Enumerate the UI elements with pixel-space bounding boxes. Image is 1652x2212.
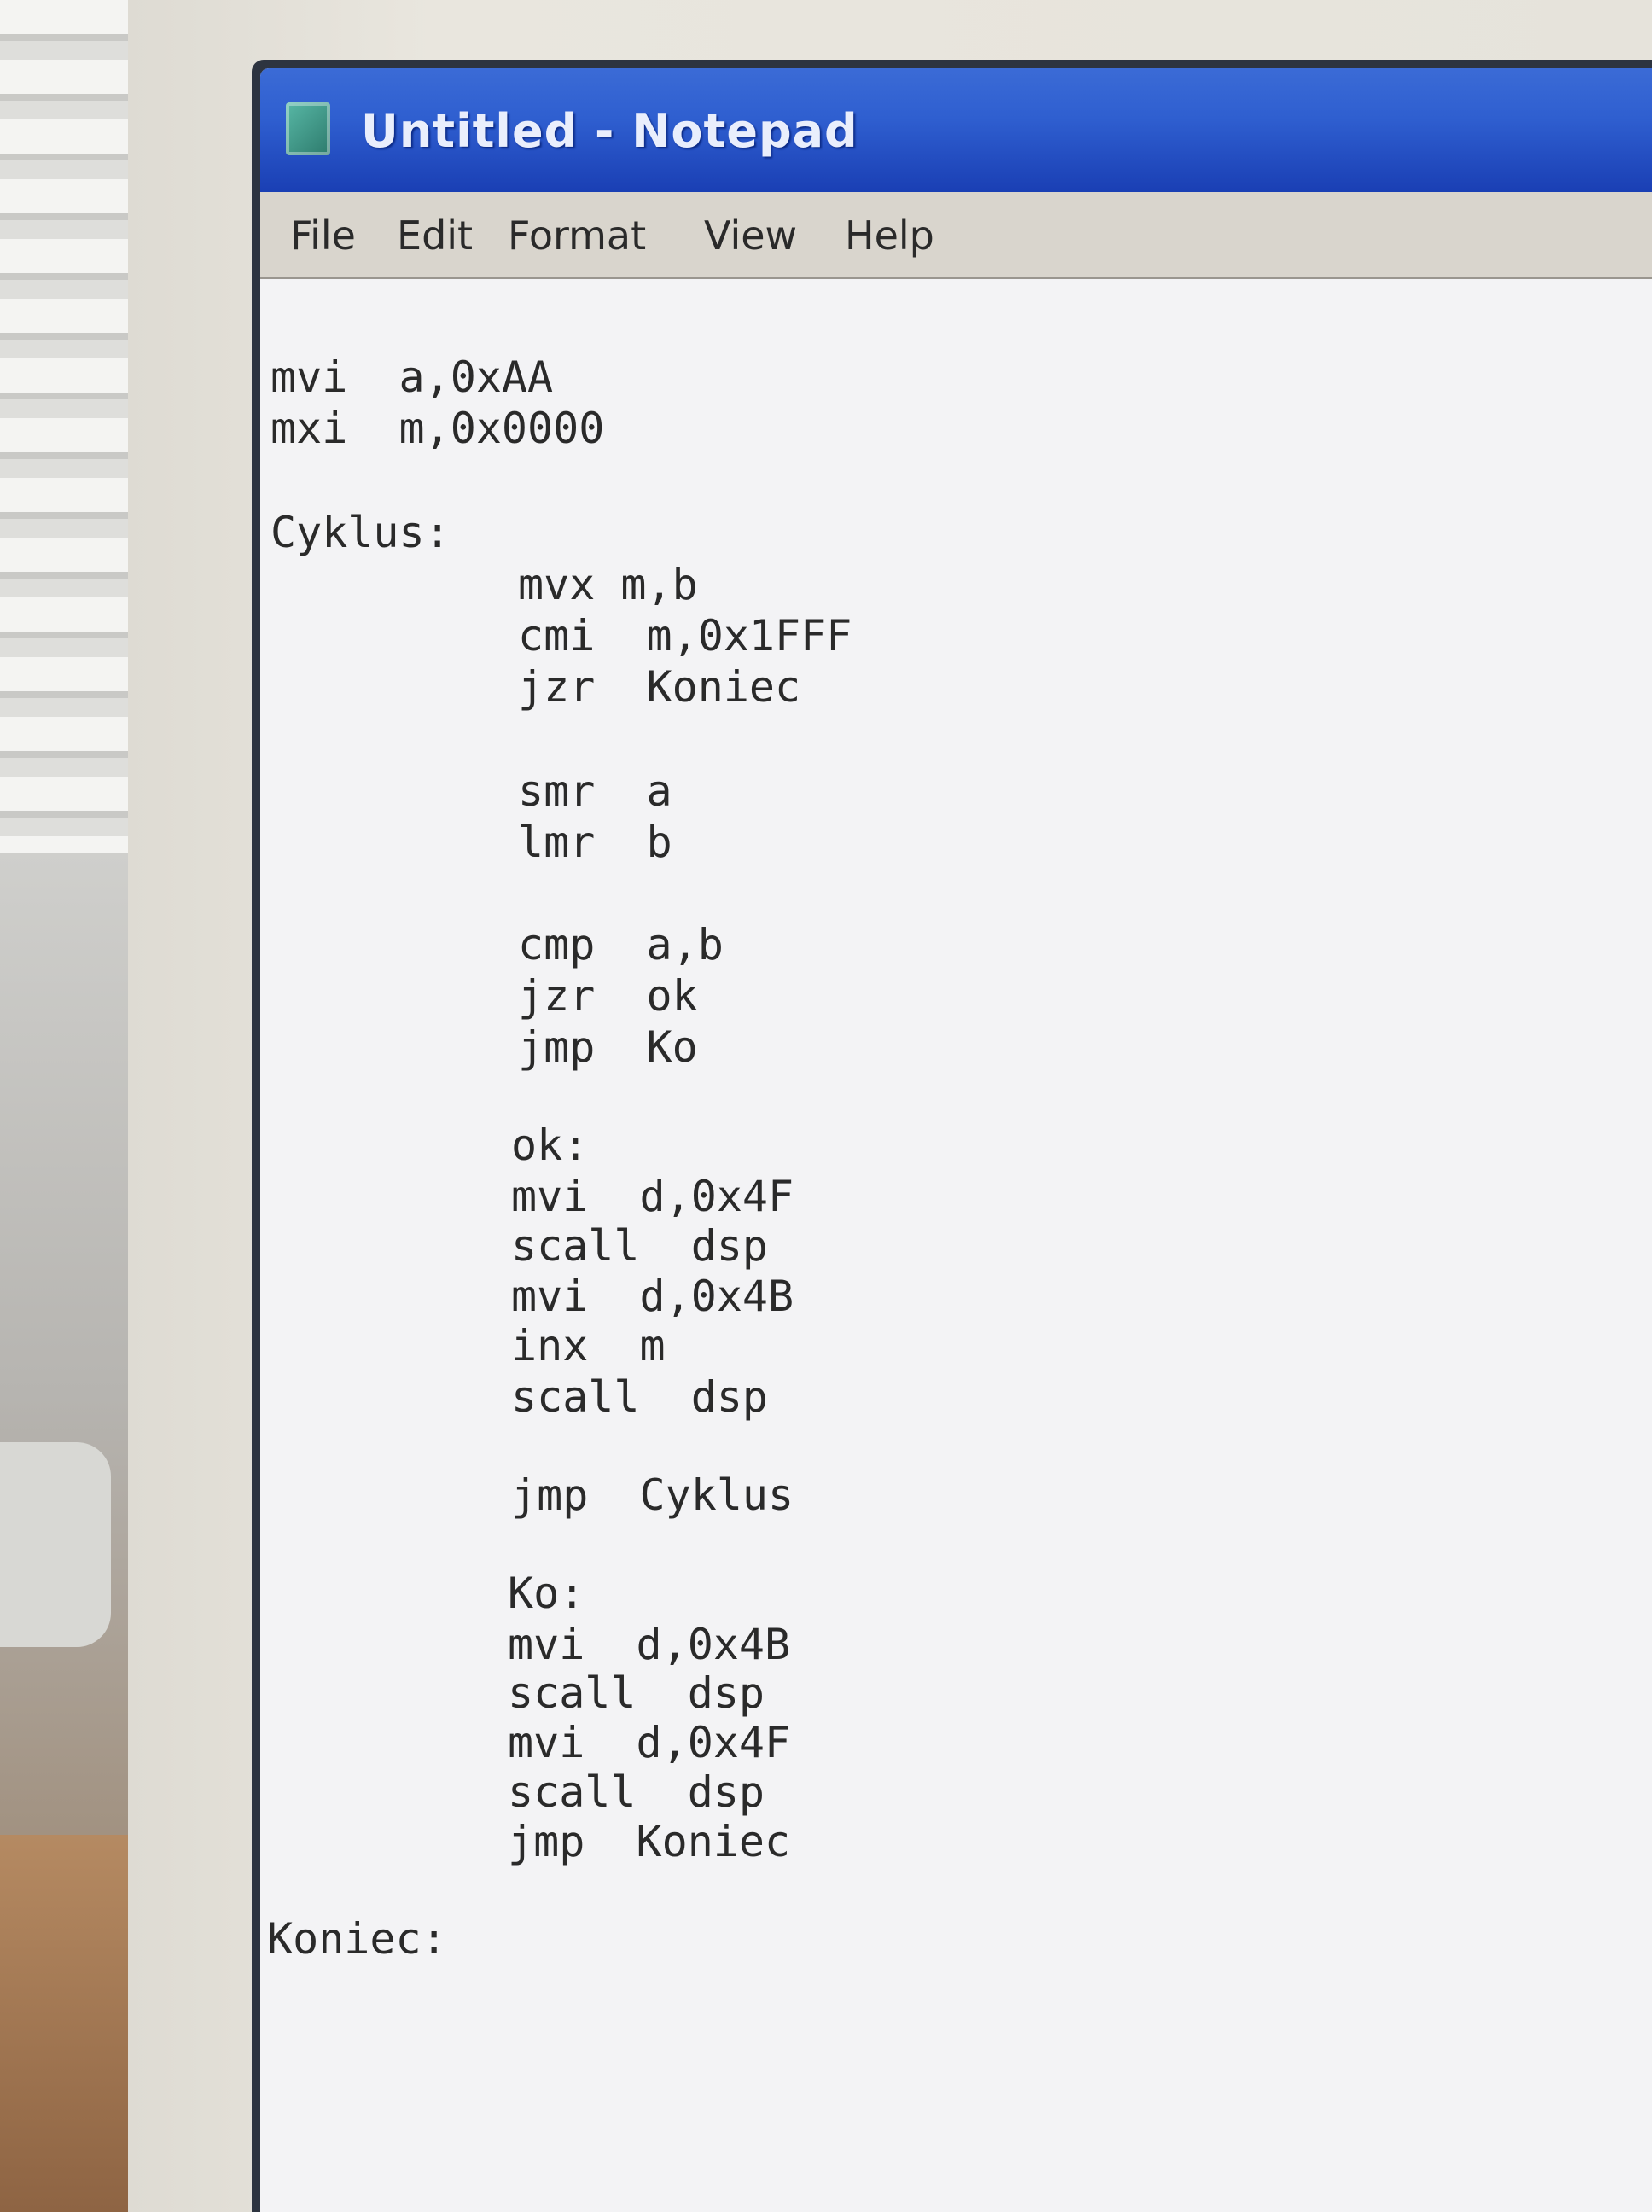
code-line: ok: <box>511 1121 589 1170</box>
code-line: mvi d,0x4B <box>511 1272 794 1321</box>
code-line: scall dsp <box>508 1767 765 1817</box>
code-line: cmi m,0x1FFF <box>518 611 852 661</box>
menu-view[interactable]: View <box>704 212 797 259</box>
code-line: jmp Koniec <box>508 1817 791 1866</box>
power-plug <box>0 1442 111 1647</box>
code-line: scall dsp <box>508 1668 765 1718</box>
code-line: mvi d,0x4F <box>508 1718 791 1767</box>
notepad-window: Untitled - Notepad File Edit Format View… <box>260 68 1652 2212</box>
text-editor[interactable]: mvi a,0xAA mxi m,0x0000 Cyklus: mvx m,b … <box>260 279 1652 2212</box>
code-line: inx m <box>511 1321 666 1371</box>
menu-format[interactable]: Format <box>508 212 646 259</box>
desk <box>0 1835 128 2212</box>
photo-scene: Untitled - Notepad File Edit Format View… <box>0 0 1652 2212</box>
code-line: jmp Cyklus <box>511 1470 794 1520</box>
code-line: jmp Ko <box>518 1022 698 1072</box>
menu-edit[interactable]: Edit <box>397 212 473 259</box>
code-line: Koniec: <box>267 1914 447 1964</box>
code-line: lmr b <box>518 818 672 867</box>
code-line: cmp a,b <box>518 920 724 969</box>
menu-bar: File Edit Format View Help <box>260 192 1652 279</box>
window-title: Untitled - Notepad <box>361 104 858 158</box>
menu-help[interactable]: Help <box>845 212 934 259</box>
code-line: mvi d,0x4B <box>508 1620 791 1669</box>
code-line: scall dsp <box>511 1221 769 1271</box>
menu-file[interactable]: File <box>290 212 356 259</box>
code-line: Ko: <box>508 1569 585 1618</box>
code-line: smr a <box>518 766 672 816</box>
code-line: jzr ok <box>518 971 698 1021</box>
code-line: jzr Koniec <box>518 662 801 712</box>
code-line: mvi d,0x4F <box>511 1172 794 1221</box>
code-line: mvi a,0xAA <box>270 352 554 402</box>
window-blinds <box>0 0 128 853</box>
notepad-icon[interactable] <box>286 102 330 155</box>
code-line: mxi m,0x0000 <box>270 404 605 453</box>
code-line: scall dsp <box>511 1372 769 1422</box>
title-bar[interactable]: Untitled - Notepad <box>260 68 1652 192</box>
code-line: Cyklus: <box>270 508 451 557</box>
code-line: mvx m,b <box>518 560 698 609</box>
